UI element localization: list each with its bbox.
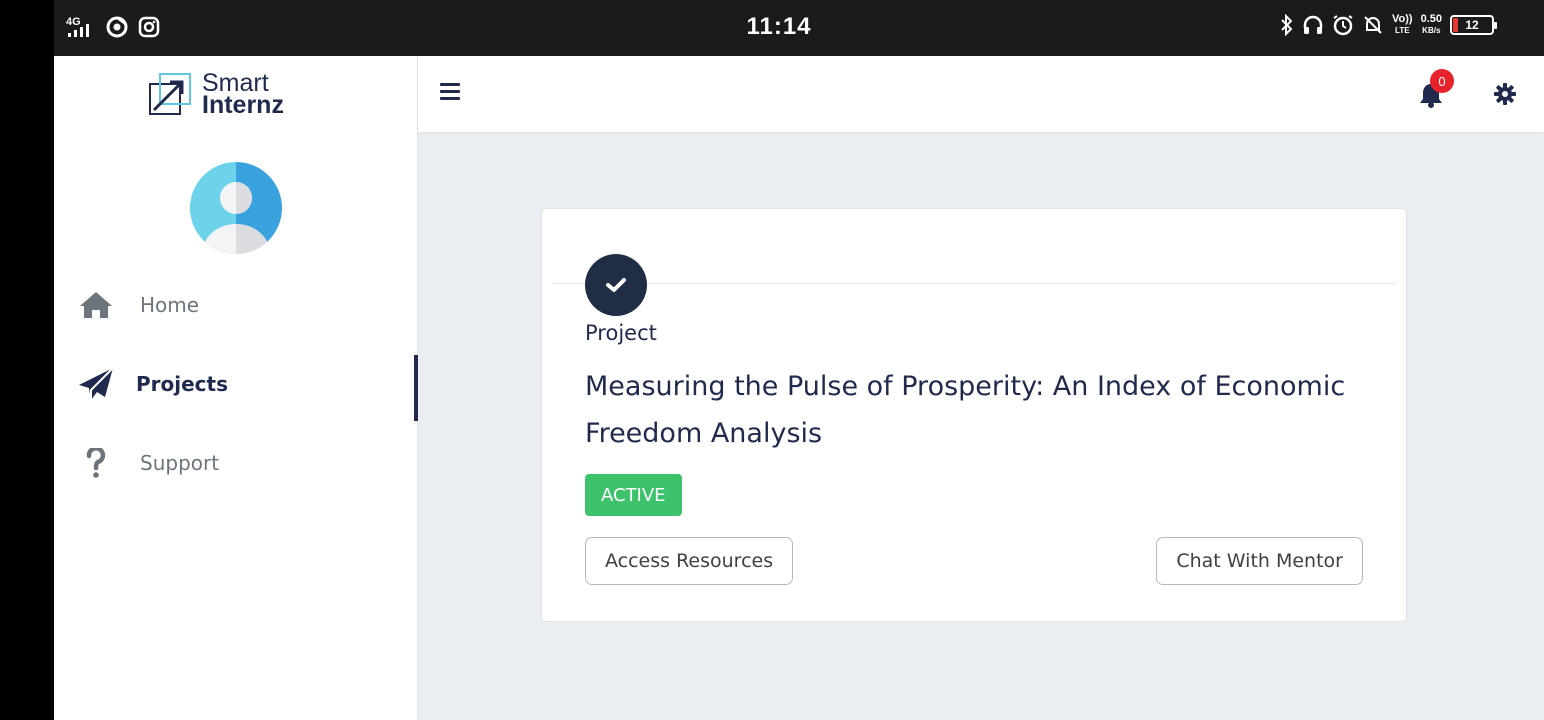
sidebar: Smart Internz Home Projects Support	[54, 56, 418, 720]
project-title: Measuring the Pulse of Prosperity: An In…	[585, 371, 1346, 449]
logo-line-2: Internz	[202, 91, 284, 119]
home-icon	[78, 287, 114, 323]
gear-icon[interactable]	[1494, 83, 1516, 105]
access-resources-button[interactable]: Access Resources	[585, 537, 794, 585]
sidebar-item-home[interactable]: Home	[54, 280, 418, 330]
avatar[interactable]	[190, 162, 282, 254]
net-speed-value: 0.50	[1420, 13, 1442, 25]
app-screen: 4G 11:14 Vo)) LTE 0.50 KB/s 12 Smart Int…	[54, 0, 1544, 720]
volte-label: Vo))	[1392, 13, 1413, 25]
lte-label: LTE	[1395, 26, 1410, 35]
notifications-off-icon	[1364, 16, 1382, 34]
sidebar-item-label: Home	[140, 293, 200, 317]
user-avatar-icon	[190, 162, 282, 254]
alarm-icon	[1333, 15, 1353, 36]
status-bar: 4G 11:14 Vo)) LTE 0.50 KB/s 12	[54, 0, 1544, 56]
sidebar-item-label: Projects	[136, 372, 229, 396]
sidebar-item-projects[interactable]: Projects	[54, 355, 418, 421]
status-badge: ACTIVE	[585, 474, 682, 516]
headphones-icon	[1303, 15, 1323, 34]
net-speed-unit: KB/s	[1422, 26, 1441, 35]
notification-count-badge: 0	[1430, 69, 1454, 93]
chat-with-mentor-button[interactable]: Chat With Mentor	[1156, 537, 1363, 585]
menu-toggle-button[interactable]	[440, 83, 460, 103]
bluetooth-icon	[1281, 14, 1293, 36]
top-bar: 0	[418, 56, 1544, 132]
logo-mark-icon	[149, 73, 191, 115]
timeline-divider	[552, 283, 1396, 284]
battery-level: 12	[1465, 18, 1479, 32]
sidebar-item-label: Support	[140, 451, 220, 475]
battery-icon: 12	[1450, 15, 1497, 35]
status-right-icons: Vo)) LTE 0.50 KB/s 12	[1280, 14, 1497, 36]
check-icon	[585, 254, 647, 316]
project-kicker: Project	[585, 321, 657, 345]
net-speed: 0.50 KB/s	[1421, 14, 1442, 36]
project-card: Project Measuring the Pulse of Prosperit…	[541, 208, 1407, 622]
question-icon	[78, 445, 114, 481]
sidebar-item-support[interactable]: Support	[54, 438, 418, 488]
volte-indicator: Vo)) LTE	[1392, 14, 1413, 36]
paper-plane-icon	[78, 366, 114, 402]
smartinternz-logo[interactable]: Smart Internz	[148, 71, 284, 119]
